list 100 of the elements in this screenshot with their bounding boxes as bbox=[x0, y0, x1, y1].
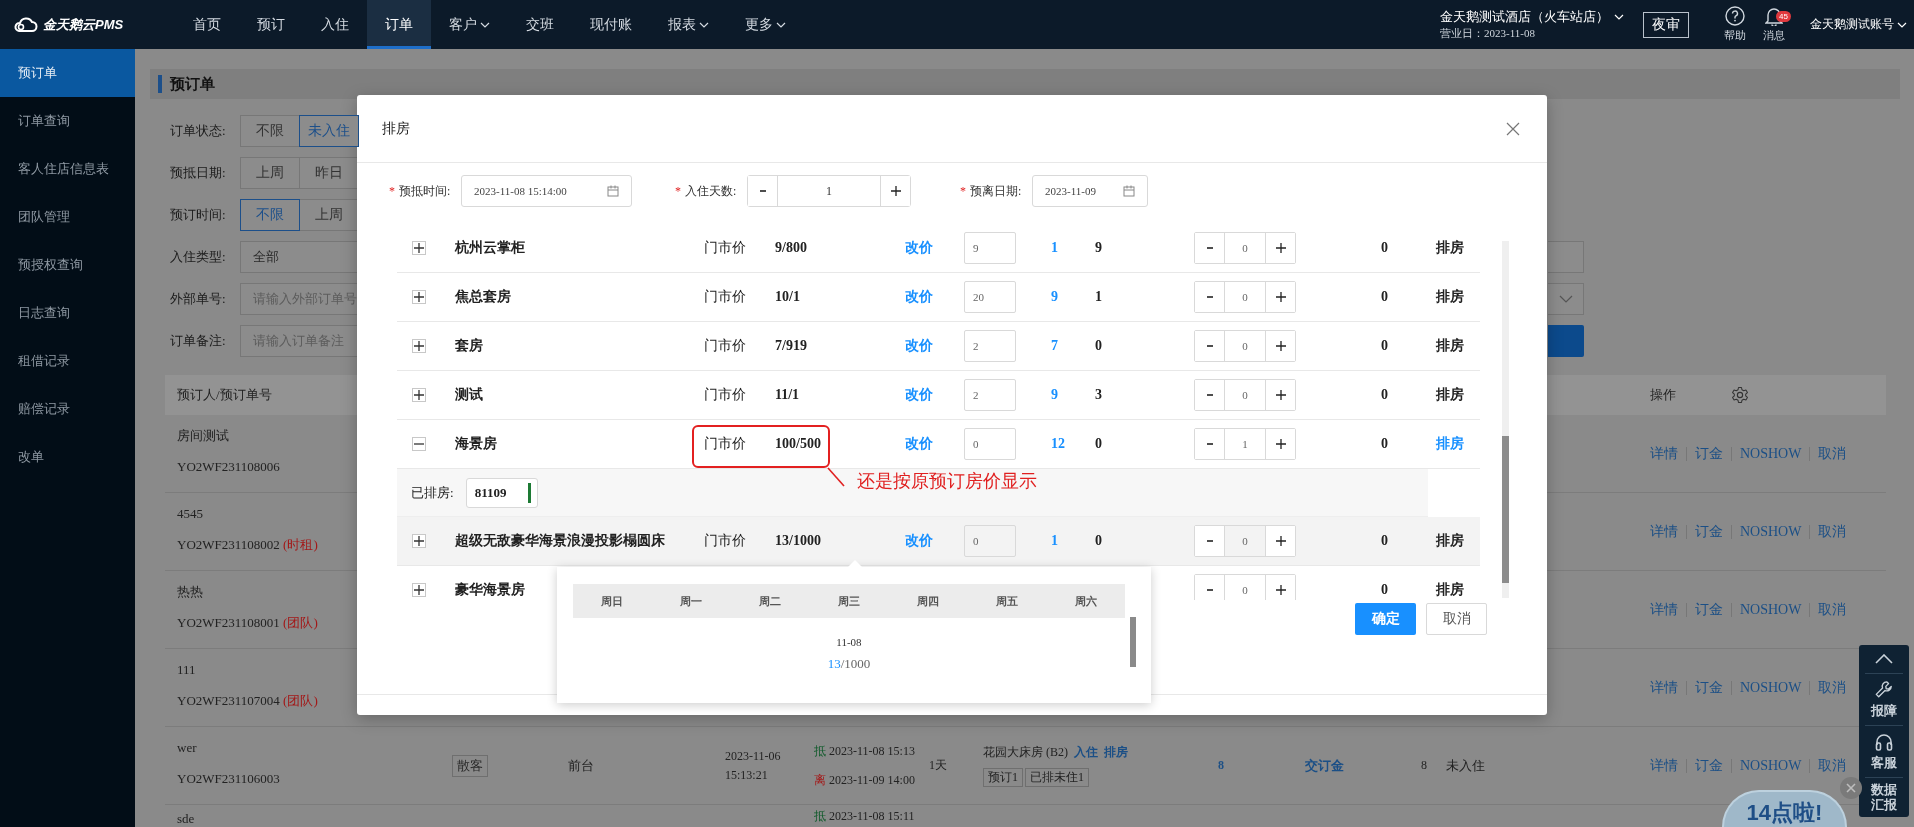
expand-button[interactable] bbox=[412, 583, 426, 597]
expand-button[interactable] bbox=[412, 290, 426, 304]
increment-button[interactable] bbox=[1265, 331, 1295, 361]
increment-button[interactable] bbox=[1265, 380, 1295, 410]
field-label: 预离日期: bbox=[970, 183, 1022, 198]
date-field[interactable]: 2023-11-09 bbox=[1032, 175, 1148, 207]
close-button[interactable] bbox=[1840, 777, 1862, 799]
dropdown-field[interactable] bbox=[1548, 283, 1584, 315]
nav-tab[interactable]: 现付账 bbox=[572, 0, 650, 49]
hotel-selector[interactable]: 金天鹅测试酒店（火车站店） bbox=[1440, 8, 1624, 26]
assign-room-link[interactable]: 排房 bbox=[1436, 581, 1464, 599]
report-button[interactable]: 报障 bbox=[1871, 673, 1897, 725]
night-audit-button[interactable]: 夜审 bbox=[1643, 11, 1689, 38]
type-select[interactable]: 全部 bbox=[240, 241, 357, 273]
filter-option[interactable]: 上周 bbox=[299, 199, 359, 231]
nav-tab[interactable]: 入住 bbox=[303, 0, 367, 49]
expand-button[interactable] bbox=[412, 437, 426, 451]
sidebar-item[interactable]: 预授权查询 bbox=[0, 241, 135, 289]
sidebar-item[interactable]: 改单 bbox=[0, 433, 135, 481]
help-button[interactable]: 帮助 bbox=[1724, 6, 1746, 43]
rooms-stepper[interactable]: 0 bbox=[1194, 574, 1296, 600]
close-button[interactable] bbox=[1506, 121, 1520, 136]
rooms-stepper[interactable]: 0 bbox=[1194, 232, 1296, 264]
rooms-stepper[interactable]: 0 bbox=[1194, 330, 1296, 362]
account-menu[interactable]: 金天鹅测试账号 bbox=[1810, 16, 1907, 33]
sidebar-item[interactable]: 团队管理 bbox=[0, 193, 135, 241]
room-count: 3 bbox=[1095, 387, 1103, 403]
assign-room-link[interactable]: 排房 bbox=[1436, 337, 1464, 355]
quantity-field[interactable]: 0 bbox=[964, 525, 1016, 557]
stepper-value: 0 bbox=[1241, 583, 1249, 598]
assign-room-link[interactable]: 排房 bbox=[1436, 239, 1464, 257]
increment-button[interactable] bbox=[1265, 429, 1295, 459]
quantity-field[interactable]: 2 bbox=[964, 330, 1016, 362]
quantity-field[interactable]: 2 bbox=[964, 379, 1016, 411]
filter-option[interactable]: 昨日 bbox=[299, 157, 359, 189]
assigned-total: 0 bbox=[1381, 338, 1389, 354]
assign-room-link[interactable]: 排房 bbox=[1436, 288, 1464, 306]
rooms-stepper[interactable]: 0 bbox=[1194, 281, 1296, 313]
rooms-stepper[interactable]: 0 bbox=[1194, 379, 1296, 411]
nights: 1天 bbox=[928, 757, 948, 774]
cancel-button[interactable]: 取消 bbox=[1426, 603, 1487, 635]
sidebar-item[interactable]: 订单查询 bbox=[0, 97, 135, 145]
expand-button[interactable] bbox=[412, 241, 426, 255]
input-field[interactable] bbox=[1548, 241, 1584, 273]
filter-option[interactable]: 不限 bbox=[240, 115, 300, 147]
nav-tab[interactable]: 预订 bbox=[239, 0, 303, 49]
guest-name: 热热 bbox=[177, 584, 203, 599]
rooms-stepper[interactable]: 0 bbox=[1194, 525, 1296, 557]
order-number: YO2WF231106003 bbox=[177, 771, 280, 786]
stepper-value: 0 bbox=[1241, 534, 1249, 549]
booking-source: 前台 bbox=[567, 756, 595, 775]
assign-room-link[interactable]: 排房 bbox=[1436, 532, 1464, 550]
change-price-link[interactable]: 改价 bbox=[905, 435, 933, 453]
data-report-button[interactable]: 数据汇报 bbox=[1871, 777, 1897, 817]
increment-button[interactable] bbox=[1265, 575, 1295, 600]
sidebar-item[interactable]: 赔偿记录 bbox=[0, 385, 135, 433]
filter-option[interactable]: 上周 bbox=[240, 157, 300, 189]
guest-name: wer bbox=[177, 740, 197, 755]
increment-button[interactable] bbox=[1265, 526, 1295, 556]
promo-bubble[interactable]: 14点啦! bbox=[1722, 790, 1847, 827]
date-field[interactable]: 2023-11-08 15:14:00 bbox=[461, 175, 632, 207]
plus-icon bbox=[1275, 341, 1286, 351]
order-tag: (时租) bbox=[283, 537, 318, 552]
confirm-button[interactable]: 确定 bbox=[1355, 603, 1416, 635]
nav-tab[interactable]: 首页 bbox=[175, 0, 239, 49]
quantity-field[interactable]: 9 bbox=[964, 232, 1016, 264]
change-price-link[interactable]: 改价 bbox=[905, 239, 933, 257]
nav-tab[interactable]: 交班 bbox=[508, 0, 572, 49]
quantity-field[interactable]: 20 bbox=[964, 281, 1016, 313]
assign-room-link[interactable]: 排房 bbox=[1436, 386, 1464, 404]
expand-button[interactable] bbox=[412, 339, 426, 353]
room-rate: 11/1 bbox=[775, 387, 801, 403]
help-icon bbox=[1725, 6, 1745, 26]
sidebar-item[interactable]: 日志查询 bbox=[0, 289, 135, 337]
nav-tab[interactable]: 客户 bbox=[431, 0, 508, 49]
change-price-link[interactable]: 改价 bbox=[905, 288, 933, 306]
nights-stepper[interactable]: 1 bbox=[747, 175, 911, 207]
headset-icon bbox=[1874, 732, 1894, 753]
minus-icon bbox=[1206, 589, 1213, 591]
increment-button[interactable] bbox=[1265, 282, 1295, 312]
expand-button[interactable] bbox=[412, 534, 426, 548]
order-status: 未入住 bbox=[1445, 756, 1486, 775]
sidebar-item[interactable]: 租借记录 bbox=[0, 337, 135, 385]
assign-room-link[interactable]: 排房 bbox=[1436, 435, 1464, 453]
sidebar-item[interactable]: 客人住店信息表 bbox=[0, 145, 135, 193]
nav-tab[interactable]: 订单 bbox=[367, 0, 431, 49]
increment-button[interactable] bbox=[880, 176, 910, 206]
change-price-link[interactable]: 改价 bbox=[905, 386, 933, 404]
sidebar-item[interactable]: 预订单 bbox=[0, 49, 135, 97]
stepper-value: 0 bbox=[1241, 339, 1249, 354]
increment-button[interactable] bbox=[1265, 233, 1295, 263]
nav-tab[interactable]: 更多 bbox=[727, 0, 804, 49]
room-count: 8 bbox=[1217, 758, 1225, 773]
rooms-stepper[interactable]: 1 bbox=[1194, 428, 1296, 460]
settings-icon[interactable] bbox=[1731, 386, 1749, 404]
service-button[interactable]: 客服 bbox=[1871, 725, 1897, 777]
expand-button[interactable] bbox=[412, 388, 426, 402]
change-price-link[interactable]: 改价 bbox=[905, 337, 933, 355]
nav-tab[interactable]: 报表 bbox=[650, 0, 727, 49]
quantity-field[interactable]: 0 bbox=[964, 428, 1016, 460]
